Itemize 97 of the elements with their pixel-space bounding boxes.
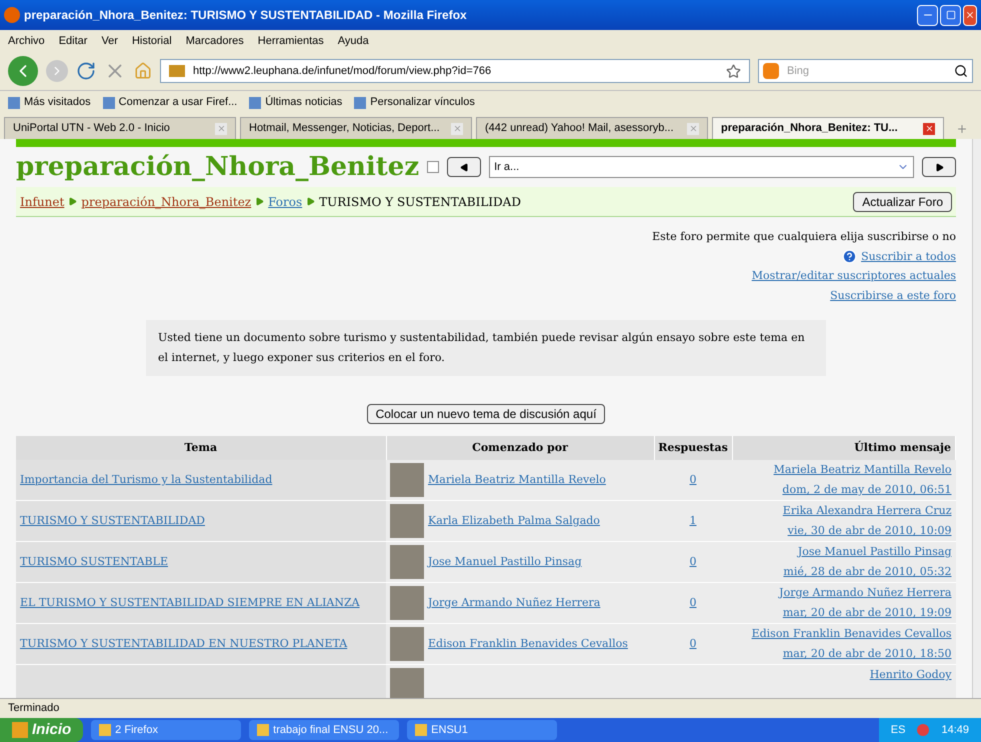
course-title: preparación_Nhora_Benitez bbox=[16, 150, 420, 184]
bookmark-link[interactable]: Más visitados bbox=[8, 94, 91, 111]
star-icon[interactable] bbox=[726, 64, 741, 78]
last-post-date-link[interactable]: mié, 28 de abr de 2010, 05:32 bbox=[783, 562, 952, 582]
last-post-author-link[interactable]: Jorge Armando Nuñez Herrera bbox=[779, 583, 952, 603]
breadcrumb-link[interactable]: Infunet bbox=[20, 192, 64, 210]
update-forum-button[interactable]: Actualizar Foro bbox=[853, 192, 952, 212]
author-link[interactable]: Karla Elizabeth Palma Salgado bbox=[428, 512, 600, 530]
browser-tab[interactable]: (442 unread) Yahoo! Mail, asessoryb... bbox=[476, 117, 708, 139]
url-text: http://www2.leuphana.de/infunet/mod/forum/view.php?id=766 bbox=[193, 64, 492, 79]
browser-tab[interactable]: preparación_Nhora_Benitez: TU... bbox=[712, 117, 944, 139]
menu-item[interactable]: Editar bbox=[58, 32, 88, 50]
minimize-button[interactable] bbox=[917, 4, 938, 26]
breadcrumb-current: TURISMO Y SUSTENTABILIDAD bbox=[319, 194, 521, 210]
last-post-author-link[interactable]: Jose Manuel Pastillo Pinsag bbox=[798, 542, 952, 562]
menu-item[interactable]: Archivo bbox=[8, 32, 45, 50]
replies-link[interactable]: 0 bbox=[690, 596, 696, 609]
firefox-icon bbox=[4, 7, 20, 23]
avatar-placeholder bbox=[390, 463, 424, 497]
site-icon bbox=[169, 65, 185, 77]
new-topic-button[interactable]: Colocar un nuevo tema de discusión aquí bbox=[366, 404, 606, 424]
app-icon bbox=[415, 724, 428, 736]
taskbar-button[interactable]: trabajo final ENSU 20... bbox=[249, 720, 400, 740]
jump-select[interactable]: Ir a... bbox=[489, 156, 914, 178]
taskbar-button[interactable]: 2 Firefox bbox=[91, 720, 242, 740]
separator-icon bbox=[255, 197, 264, 206]
back-button[interactable] bbox=[8, 56, 38, 86]
avatar-placeholder bbox=[390, 627, 424, 661]
avatar-placeholder bbox=[390, 504, 424, 538]
reload-icon[interactable] bbox=[76, 61, 96, 81]
separator-icon bbox=[306, 197, 316, 206]
new-tab-icon[interactable] bbox=[956, 123, 968, 135]
author-link[interactable]: Jorge Armando Nuñez Herrera bbox=[428, 594, 600, 612]
close-icon bbox=[965, 10, 975, 20]
replies-link[interactable]: 0 bbox=[690, 554, 696, 568]
separator-icon bbox=[68, 197, 78, 206]
browser-tab[interactable]: UniPortal UTN - Web 2.0 - Inicio bbox=[4, 117, 236, 139]
maximize-button[interactable] bbox=[940, 4, 961, 26]
tab-close-icon[interactable] bbox=[923, 122, 935, 134]
author-link[interactable]: Mariela Beatriz Mantilla Revelo bbox=[428, 472, 606, 488]
last-post-author-link[interactable]: Mariela Beatriz Mantilla Revelo bbox=[774, 460, 952, 480]
replies-link[interactable]: 0 bbox=[690, 472, 696, 486]
topic-link[interactable]: Importancia del Turismo y la Sustentabilidad bbox=[20, 472, 272, 486]
intro-text: Usted tiene un documento sobre turismo y sustentabilidad, también puede revisar algún ensayo sobre este tema en el internet, y luego exponer sus criterios en el foro. bbox=[158, 330, 806, 366]
bookmark-link[interactable]: Comenzar a usar Firef... bbox=[102, 94, 238, 111]
address-field[interactable]: http://www2.leuphana.de/infunet/mod/forum/view.php?id=766 bbox=[160, 59, 750, 83]
search-engine-icon bbox=[763, 63, 779, 79]
last-post-author-link[interactable]: Edison Franklin Benavides Cevallos bbox=[752, 624, 952, 644]
author-link[interactable]: Edison Franklin Benavides Cevallos bbox=[428, 636, 628, 652]
search-field[interactable]: Bing bbox=[758, 59, 973, 83]
taskbar-button[interactable]: ENSU1 bbox=[407, 720, 558, 740]
maximize-icon bbox=[946, 10, 956, 20]
previous-button[interactable] bbox=[447, 157, 482, 177]
last-post-date-link[interactable]: mar, 20 de abr de 2010, 18:50 bbox=[782, 644, 952, 664]
menu-item[interactable]: Historial bbox=[132, 32, 172, 50]
browser-tab[interactable]: Hotmail, Messenger, Noticias, Deport... bbox=[240, 117, 472, 139]
last-post-author-link[interactable]: Erika Alexandra Herrera Cruz bbox=[782, 501, 952, 521]
right-triangle-icon bbox=[934, 162, 944, 172]
menu-item[interactable]: Ver bbox=[101, 32, 118, 50]
subscription-link[interactable]: Suscribir a todos bbox=[861, 248, 956, 265]
topic-link[interactable]: TURISMO Y SUSTENTABILIDAD bbox=[20, 514, 205, 527]
clock-text: 14:49 bbox=[941, 722, 969, 738]
next-button[interactable] bbox=[922, 157, 956, 177]
close-button[interactable] bbox=[963, 4, 977, 26]
topic-link[interactable]: EL TURISMO Y SUSTENTABILIDAD SIEMPRE EN ALIANZA bbox=[20, 596, 360, 609]
tray-icon bbox=[917, 724, 930, 736]
left-triangle-icon bbox=[460, 162, 469, 172]
avatar-placeholder bbox=[390, 545, 424, 579]
replies-link[interactable]: 0 bbox=[690, 636, 696, 650]
bookmark-link[interactable]: Últimas noticias bbox=[249, 94, 342, 111]
language-indicator: ES bbox=[890, 722, 906, 738]
app-icon bbox=[99, 724, 112, 736]
topic-link[interactable]: TURISMO SUSTENTABLE bbox=[20, 554, 168, 568]
avatar-placeholder bbox=[390, 586, 424, 620]
window-title: preparación_Nhora_Benitez: TURISMO Y SUSTENTABILIDAD - Mozilla Firefox bbox=[24, 7, 467, 24]
breadcrumb-link[interactable]: preparación_Nhora_Benitez bbox=[81, 192, 252, 210]
breadcrumb-link[interactable]: Foros bbox=[268, 192, 302, 210]
subscription-link[interactable]: Suscribirse a este foro bbox=[830, 288, 956, 304]
avatar-placeholder bbox=[390, 668, 424, 698]
help-icon[interactable] bbox=[842, 249, 858, 264]
last-post-date-link[interactable]: vie, 30 de abr de 2010, 10:09 bbox=[788, 521, 952, 541]
replies-link[interactable]: 1 bbox=[690, 514, 696, 527]
bookmark-link[interactable]: Personalizar vínculos bbox=[354, 94, 475, 111]
subscription-link[interactable]: Mostrar/editar suscriptores actuales bbox=[752, 268, 956, 284]
app-icon bbox=[257, 724, 270, 736]
search-icon[interactable] bbox=[954, 64, 968, 78]
topic-link[interactable]: TURISMO Y SUSTENTABILIDAD EN NUESTRO PLANETA bbox=[20, 636, 348, 650]
menu-item[interactable]: Marcadores bbox=[186, 32, 244, 50]
menu-item[interactable]: Ayuda bbox=[338, 32, 369, 50]
subscription-note: Este foro permite que cualquiera elija suscribirse o no bbox=[652, 229, 956, 245]
last-post-date-link[interactable]: dom, 2 de may de 2010, 06:51 bbox=[782, 480, 952, 500]
author-link[interactable]: Jose Manuel Pastillo Pinsag bbox=[428, 554, 582, 570]
last-post-date-link[interactable]: mar, 20 de abr de 2010, 19:09 bbox=[782, 603, 952, 623]
last-post-author-link[interactable]: Henrito Godoy bbox=[870, 665, 952, 685]
menu-item[interactable]: Herramientas bbox=[258, 32, 324, 50]
status-text: Terminado bbox=[8, 701, 60, 716]
start-button[interactable]: Inicio bbox=[0, 718, 84, 742]
